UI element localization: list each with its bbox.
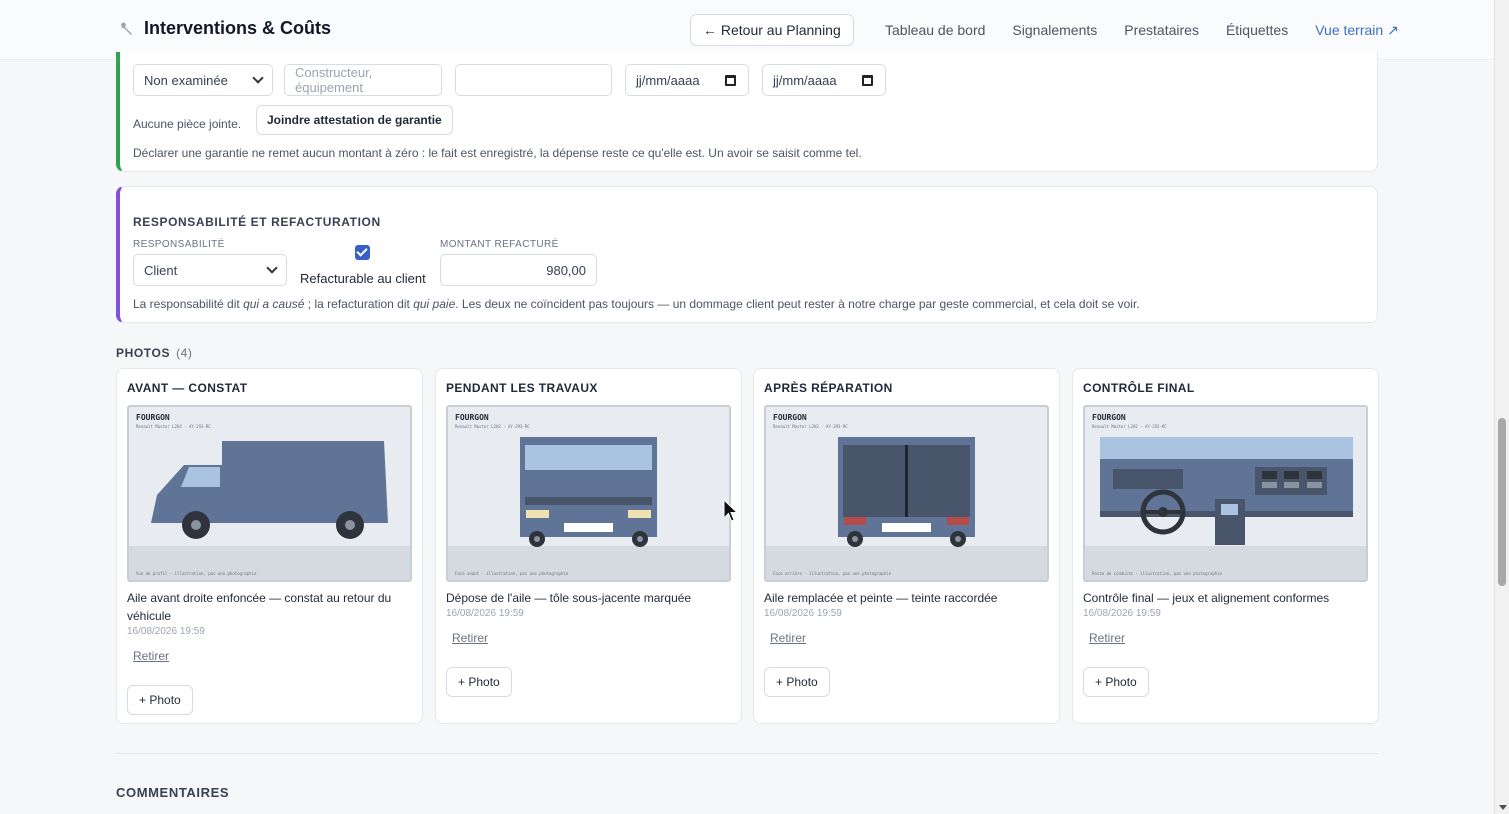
scrollbar-thumb[interactable] (1498, 418, 1506, 586)
remove-photo-link[interactable]: Retirer (1089, 631, 1125, 645)
photo-stage-title: Pendant les travaux (446, 381, 598, 395)
warranty-note: Déclarer une garantie ne remet aucun mon… (133, 146, 862, 160)
photo-card: Après réparation FOURGON Renault Master … (753, 368, 1060, 724)
nav-field-view[interactable]: Vue terrain ↗ (1315, 22, 1399, 39)
mouse-cursor-icon (723, 499, 739, 522)
section-divider (116, 753, 1378, 754)
photo-thumbnail[interactable]: FOURGON Renault Master L2H2 · AY-293-RC … (446, 405, 731, 582)
photo-caption: Dépose de l'aile — tôle sous-jacente mar… (446, 591, 692, 605)
warranty-status-select[interactable]: Non examinée (133, 64, 273, 96)
back-to-planning-button[interactable]: ← Retour au Planning (690, 14, 854, 46)
nav-dashboard[interactable]: Tableau de bord (885, 22, 985, 39)
top-nav: Tableau de bord Signalements Prestataire… (885, 22, 1399, 39)
responsibility-value: Client (144, 262, 178, 278)
page-scrollbar[interactable] (1494, 0, 1509, 814)
photo-date: 16/08/2026 19:59 (764, 608, 842, 619)
photo-date: 16/08/2026 19:59 (446, 608, 524, 619)
dashboard-illustration (1100, 437, 1353, 545)
responsibility-note: La responsabilité dit qui a causé ; la r… (133, 297, 1140, 311)
add-photo-button[interactable]: + Photo (446, 667, 512, 697)
photo-thumbnail[interactable]: FOURGON Renault Master L2H2 · AY-293-RC … (1083, 405, 1368, 582)
nav-labels[interactable]: Étiquettes (1226, 22, 1288, 39)
page-title: Interventions & Coûts (144, 18, 332, 38)
photo-caption: Aile remplacée et peinte — teinte raccor… (764, 591, 998, 605)
chevron-down-icon (252, 72, 264, 84)
photo-card: Contrôle final FOURGON Renault Master L2… (1072, 368, 1379, 724)
remove-photo-link[interactable]: Retirer (770, 631, 806, 645)
scroll-down-arrow-icon[interactable] (1499, 805, 1507, 810)
warranty-maker-input[interactable]: Constructeur, équipement (284, 64, 442, 96)
nav-providers[interactable]: Prestataires (1124, 22, 1199, 39)
photo-stage-title: Après réparation (764, 381, 893, 395)
photos-count: (4) (176, 346, 193, 360)
add-photo-button[interactable]: + Photo (764, 667, 830, 697)
photo-card: Avant — constat FOURGON Renault Master L… (116, 368, 423, 724)
photo-stage-title: Avant — constat (127, 381, 248, 395)
photos-section-title: PHOTOS (4) (116, 346, 193, 360)
calendar-icon[interactable] (862, 75, 873, 86)
amount-label: Montant refacturé (440, 239, 559, 250)
van-side-illustration (151, 441, 388, 539)
van-rear-illustration (838, 437, 975, 547)
photo-date: 16/08/2026 19:59 (1083, 608, 1161, 619)
warranty-ref-input[interactable] (455, 64, 612, 96)
photo-card: Pendant les travaux FOURGON Renault Mast… (435, 368, 742, 724)
photo-date: 16/08/2026 19:59 (127, 626, 205, 637)
responsibility-select[interactable]: Client (133, 254, 287, 286)
warranty-card: Non examinée Constructeur, équipement jj… (116, 52, 1378, 172)
brand: Interventions & Coûts (118, 18, 331, 39)
wrench-icon (121, 21, 132, 35)
photo-thumbnail[interactable]: FOURGON Renault Master L2H2 · AY-293-RC … (764, 405, 1049, 582)
responsibility-label: Responsabilité (133, 239, 225, 250)
nav-reports[interactable]: Signalements (1012, 22, 1097, 39)
add-photo-button[interactable]: + Photo (127, 685, 193, 715)
amount-input[interactable]: 980,00 (440, 254, 597, 286)
van-front-illustration (520, 437, 657, 547)
photo-caption: Aile avant droite enfoncée — constat au … (127, 591, 392, 623)
date-from-placeholder: jj/mm/aaaa (636, 72, 700, 88)
photo-stage-title: Contrôle final (1083, 381, 1195, 395)
comments-section-title: COMMENTAIRES (116, 785, 230, 800)
no-attachment-text: Aucune pièce jointe. (133, 117, 242, 131)
remove-photo-link[interactable]: Retirer (133, 649, 169, 663)
warranty-status-value: Non examinée (144, 72, 228, 88)
date-to-placeholder: jj/mm/aaaa (773, 72, 837, 88)
warranty-date-to[interactable]: jj/mm/aaaa (762, 64, 886, 96)
calendar-icon[interactable] (725, 75, 736, 86)
warranty-date-from[interactable]: jj/mm/aaaa (625, 64, 749, 96)
add-photo-button[interactable]: + Photo (1083, 667, 1149, 697)
responsibility-section-title: Responsabilité et refacturation (133, 215, 381, 229)
photo-caption: Contrôle final — jeux et alignement conf… (1083, 591, 1330, 605)
rebill-label: Refacturable au client (300, 271, 426, 286)
top-bar: Interventions & Coûts ← Retour au Planni… (0, 0, 1494, 60)
rebill-checkbox[interactable] (355, 245, 370, 260)
responsibility-card: Responsabilité et refacturation Responsa… (116, 186, 1378, 323)
photo-thumbnail[interactable]: FOURGON Renault Master L2H2 · AY-293-RC … (127, 405, 412, 582)
attach-warranty-button[interactable]: Joindre attestation de garantie (256, 105, 453, 135)
remove-photo-link[interactable]: Retirer (452, 631, 488, 645)
chevron-down-icon (266, 262, 278, 274)
